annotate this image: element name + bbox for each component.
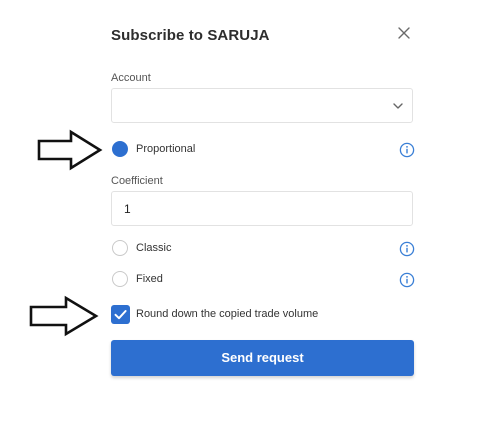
coefficient-input[interactable]: 1 [111,191,413,226]
fixed-radio[interactable] [112,271,128,287]
close-icon[interactable] [396,25,412,41]
checkmark-icon [114,310,127,320]
classic-label: Classic [136,242,172,254]
arrow-right-icon [37,129,103,171]
info-icon[interactable] [399,142,415,158]
account-select[interactable] [111,88,413,123]
fixed-label: Fixed [136,273,163,285]
classic-radio[interactable] [112,240,128,256]
round-down-checkbox[interactable] [111,305,130,324]
send-request-button[interactable]: Send request [111,340,414,376]
chevron-down-icon [393,103,403,109]
info-icon[interactable] [399,272,415,288]
round-down-label: Round down the copied trade volume [136,308,319,320]
info-icon[interactable] [399,241,415,257]
arrow-right-icon [29,295,99,337]
coefficient-label: Coefficient [111,175,163,187]
proportional-radio[interactable] [112,141,128,157]
dialog-title: Subscribe to SARUJA [111,27,270,44]
account-label: Account [111,72,151,84]
proportional-label: Proportional [136,143,196,155]
